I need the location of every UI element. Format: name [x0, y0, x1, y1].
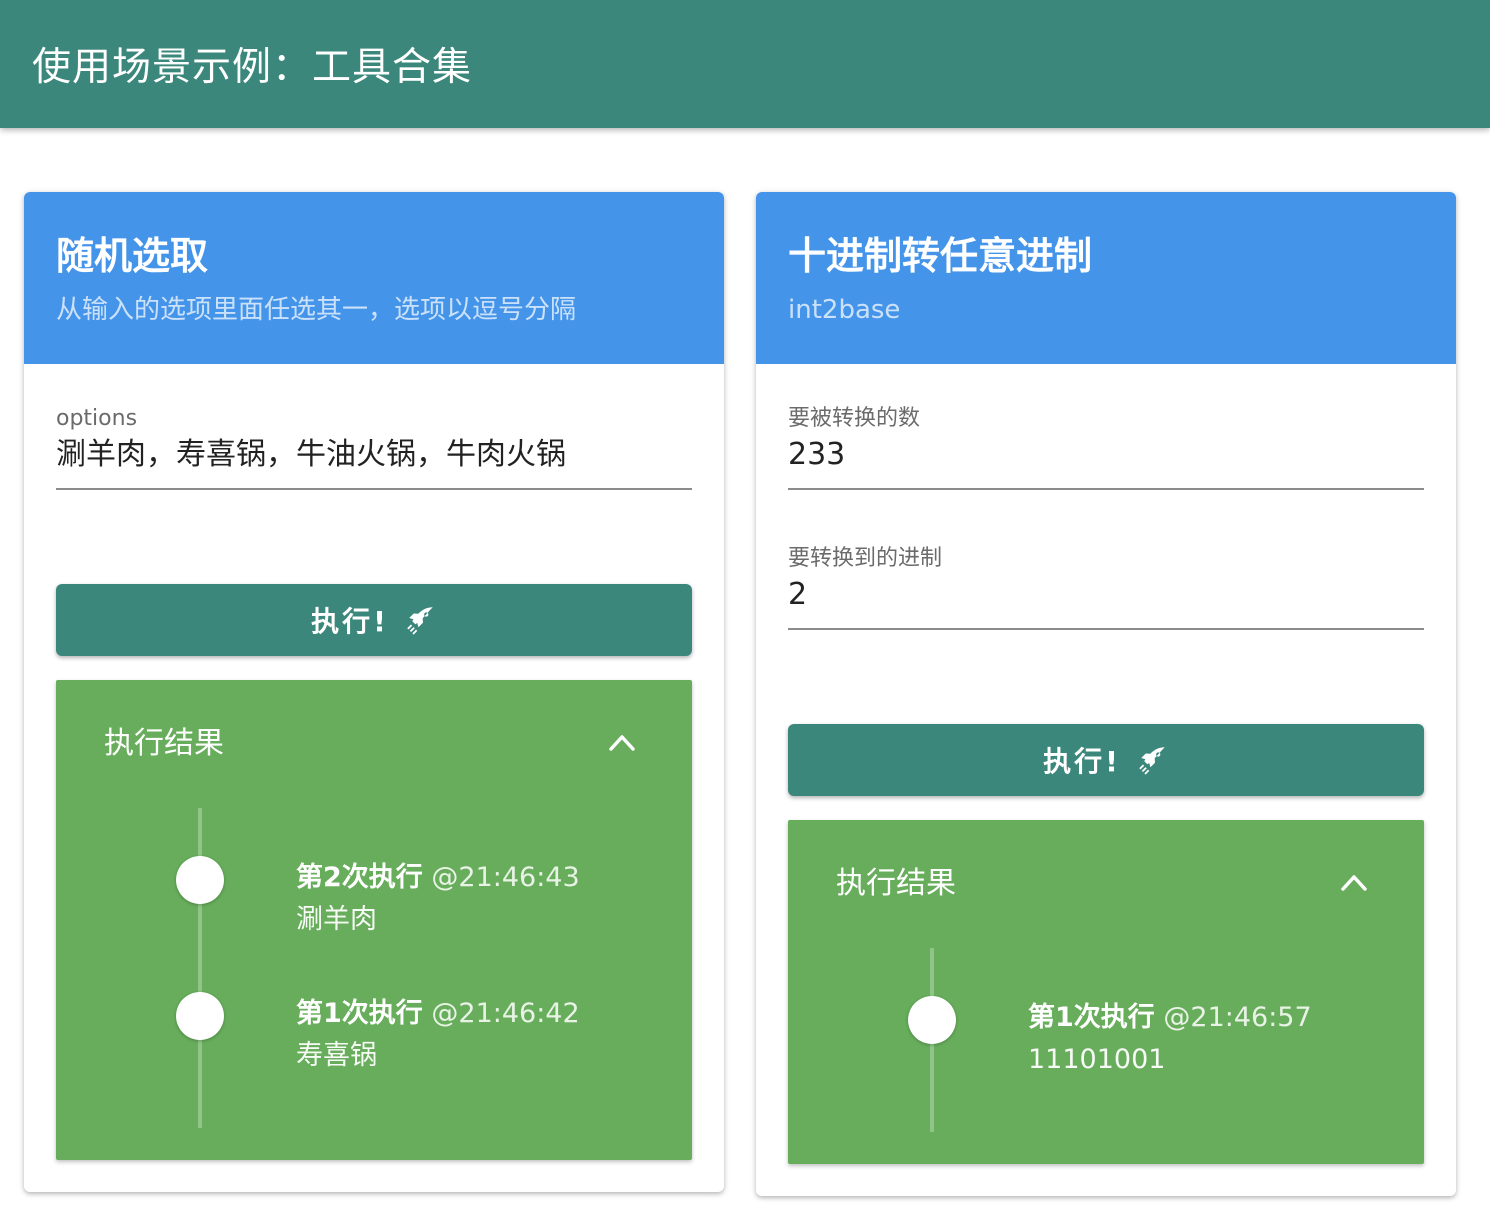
timeline-dot [176, 856, 224, 904]
rocket-icon [407, 607, 433, 635]
run-button-label: 执行! [1043, 745, 1121, 778]
options-field[interactable]: options 涮羊肉，寿喜锅，牛油火锅，牛肉火锅 [56, 404, 692, 490]
run-button-label: 执行! [311, 605, 389, 638]
number-label: 要被转换的数 [788, 406, 921, 431]
base-label: 要转换到的进制 [788, 546, 943, 571]
entry-run-label: 第1次执行 [1028, 1002, 1155, 1033]
timeline-entry: 第1次执行 @21:46:57 11101001 [1028, 998, 1312, 1082]
card-title: 随机选取 [56, 234, 209, 278]
card-subtitle: 从输入的选项里面任选其一，选项以逗号分隔 [56, 295, 577, 325]
number-field[interactable]: 要被转换的数 233 [788, 404, 1424, 490]
result-panel: 执行结果 第1次执行 @21:46:57 11101001 [788, 820, 1424, 1164]
app-bar: 使用场景示例：工具合集 [0, 0, 1490, 128]
run-button[interactable]: 执行! [788, 724, 1424, 796]
card-header: 十进制转任意进制 int2base [756, 192, 1456, 364]
result-panel: 执行结果 第2次执行 @21:46:43 涮羊肉 第1次执行 @21:46:42… [56, 680, 692, 1160]
card-header: 随机选取 从输入的选项里面任选其一，选项以逗号分隔 [24, 192, 724, 364]
int2base-card: 十进制转任意进制 int2base 要被转换的数 233 要转换到的进制 2 执… [756, 192, 1456, 1196]
timeline-entry: 第1次执行 @21:46:42 寿喜锅 [296, 994, 580, 1078]
base-field[interactable]: 要转换到的进制 2 [788, 544, 1424, 630]
run-button[interactable]: 执行! [56, 584, 692, 656]
entry-output: 寿喜锅 [296, 1040, 377, 1071]
chevron-up-icon[interactable] [608, 732, 636, 752]
options-label: options [56, 406, 138, 431]
entry-timestamp: @21:46:57 [1163, 1002, 1312, 1033]
result-panel-title: 执行结果 [104, 726, 224, 761]
entry-run-label: 第1次执行 [296, 998, 423, 1029]
options-input[interactable]: 涮羊肉，寿喜锅，牛油火锅，牛肉火锅 [56, 434, 692, 488]
result-panel-title: 执行结果 [836, 866, 956, 901]
entry-timestamp: @21:46:42 [431, 998, 580, 1029]
random-pick-card: 随机选取 从输入的选项里面任选其一，选项以逗号分隔 options 涮羊肉，寿喜… [24, 192, 724, 1192]
entry-output: 11101001 [1028, 1044, 1166, 1075]
number-input[interactable]: 233 [788, 434, 1424, 488]
card-subtitle: int2base [788, 295, 901, 325]
rocket-icon [1139, 747, 1165, 775]
entry-timestamp: @21:46:43 [431, 862, 580, 893]
base-input[interactable]: 2 [788, 574, 1424, 628]
chevron-up-icon[interactable] [1340, 872, 1368, 892]
entry-run-label: 第2次执行 [296, 862, 423, 893]
timeline-entry: 第2次执行 @21:46:43 涮羊肉 [296, 858, 580, 942]
app-title: 使用场景示例：工具合集 [32, 45, 473, 90]
timeline-dot [908, 996, 956, 1044]
timeline-dot [176, 992, 224, 1040]
entry-output: 涮羊肉 [296, 904, 377, 935]
card-title: 十进制转任意进制 [788, 234, 1093, 278]
